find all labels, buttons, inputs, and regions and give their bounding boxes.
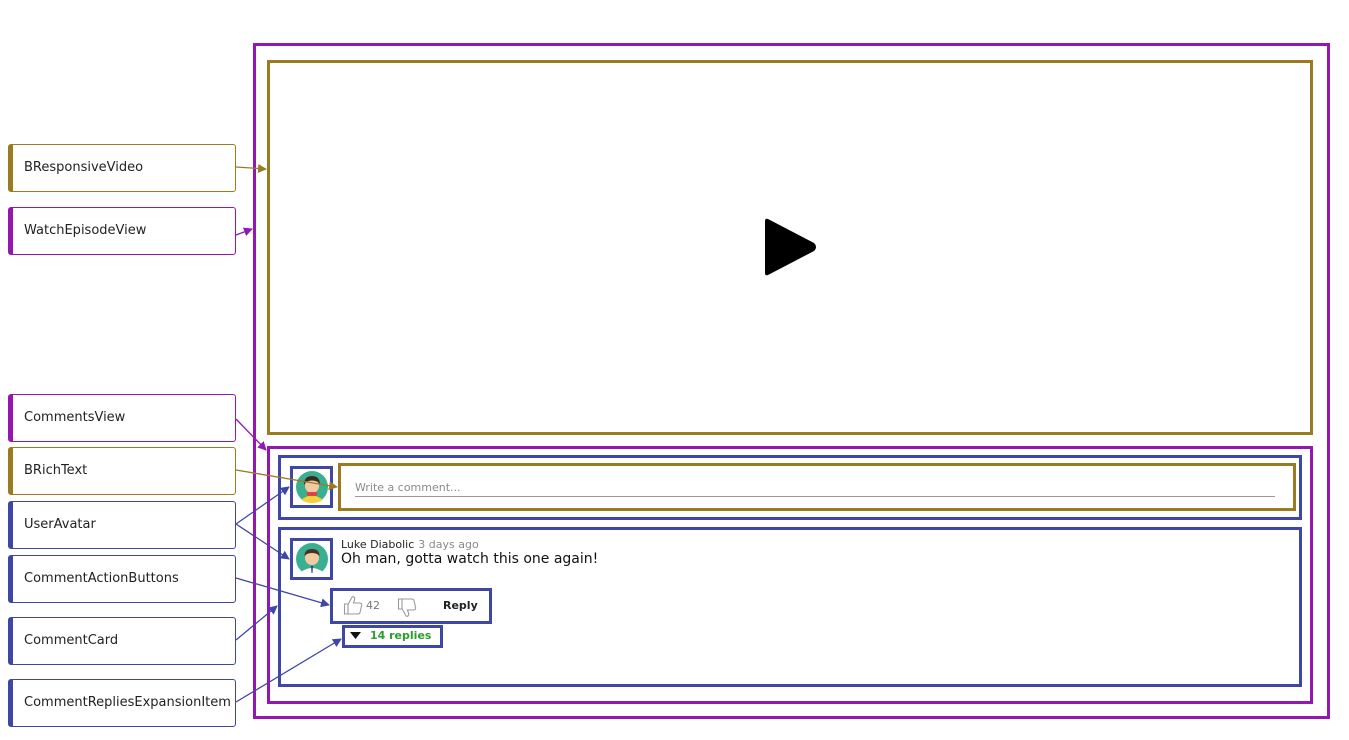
replies-count[interactable]: 14 replies	[370, 629, 431, 642]
thumbs-up-icon[interactable]	[343, 595, 363, 615]
label-commentcard: CommentCard	[8, 617, 236, 665]
label-commentrepliesexpansionitem: CommentRepliesExpansionItem	[8, 679, 236, 727]
likes-count: 42	[366, 599, 380, 612]
label-commentsview: CommentsView	[8, 394, 236, 442]
arrow-watchepisodeview	[235, 227, 253, 237]
label-brichtext: BRichText	[8, 447, 236, 495]
caret-down-icon[interactable]	[350, 632, 361, 639]
comment-author: Luke Diabolic	[341, 538, 415, 551]
comment-input[interactable]	[355, 478, 1275, 497]
label-watchepisodeview: WatchEpisodeView	[8, 207, 236, 255]
comment-time: 3 days ago	[418, 538, 479, 551]
label-bresponsivevideo: BResponsiveVideo	[8, 144, 236, 192]
play-icon[interactable]	[762, 214, 820, 280]
thumbs-down-icon[interactable]	[397, 598, 417, 618]
reply-button[interactable]: Reply	[443, 599, 478, 612]
label-useravatar: UserAvatar	[8, 501, 236, 549]
label-commentactionbuttons: CommentActionButtons	[8, 555, 236, 603]
avatar-icon[interactable]	[296, 471, 328, 503]
avatar-icon[interactable]	[296, 543, 328, 575]
comment-text: Oh man, gotta watch this one again!	[341, 551, 599, 567]
